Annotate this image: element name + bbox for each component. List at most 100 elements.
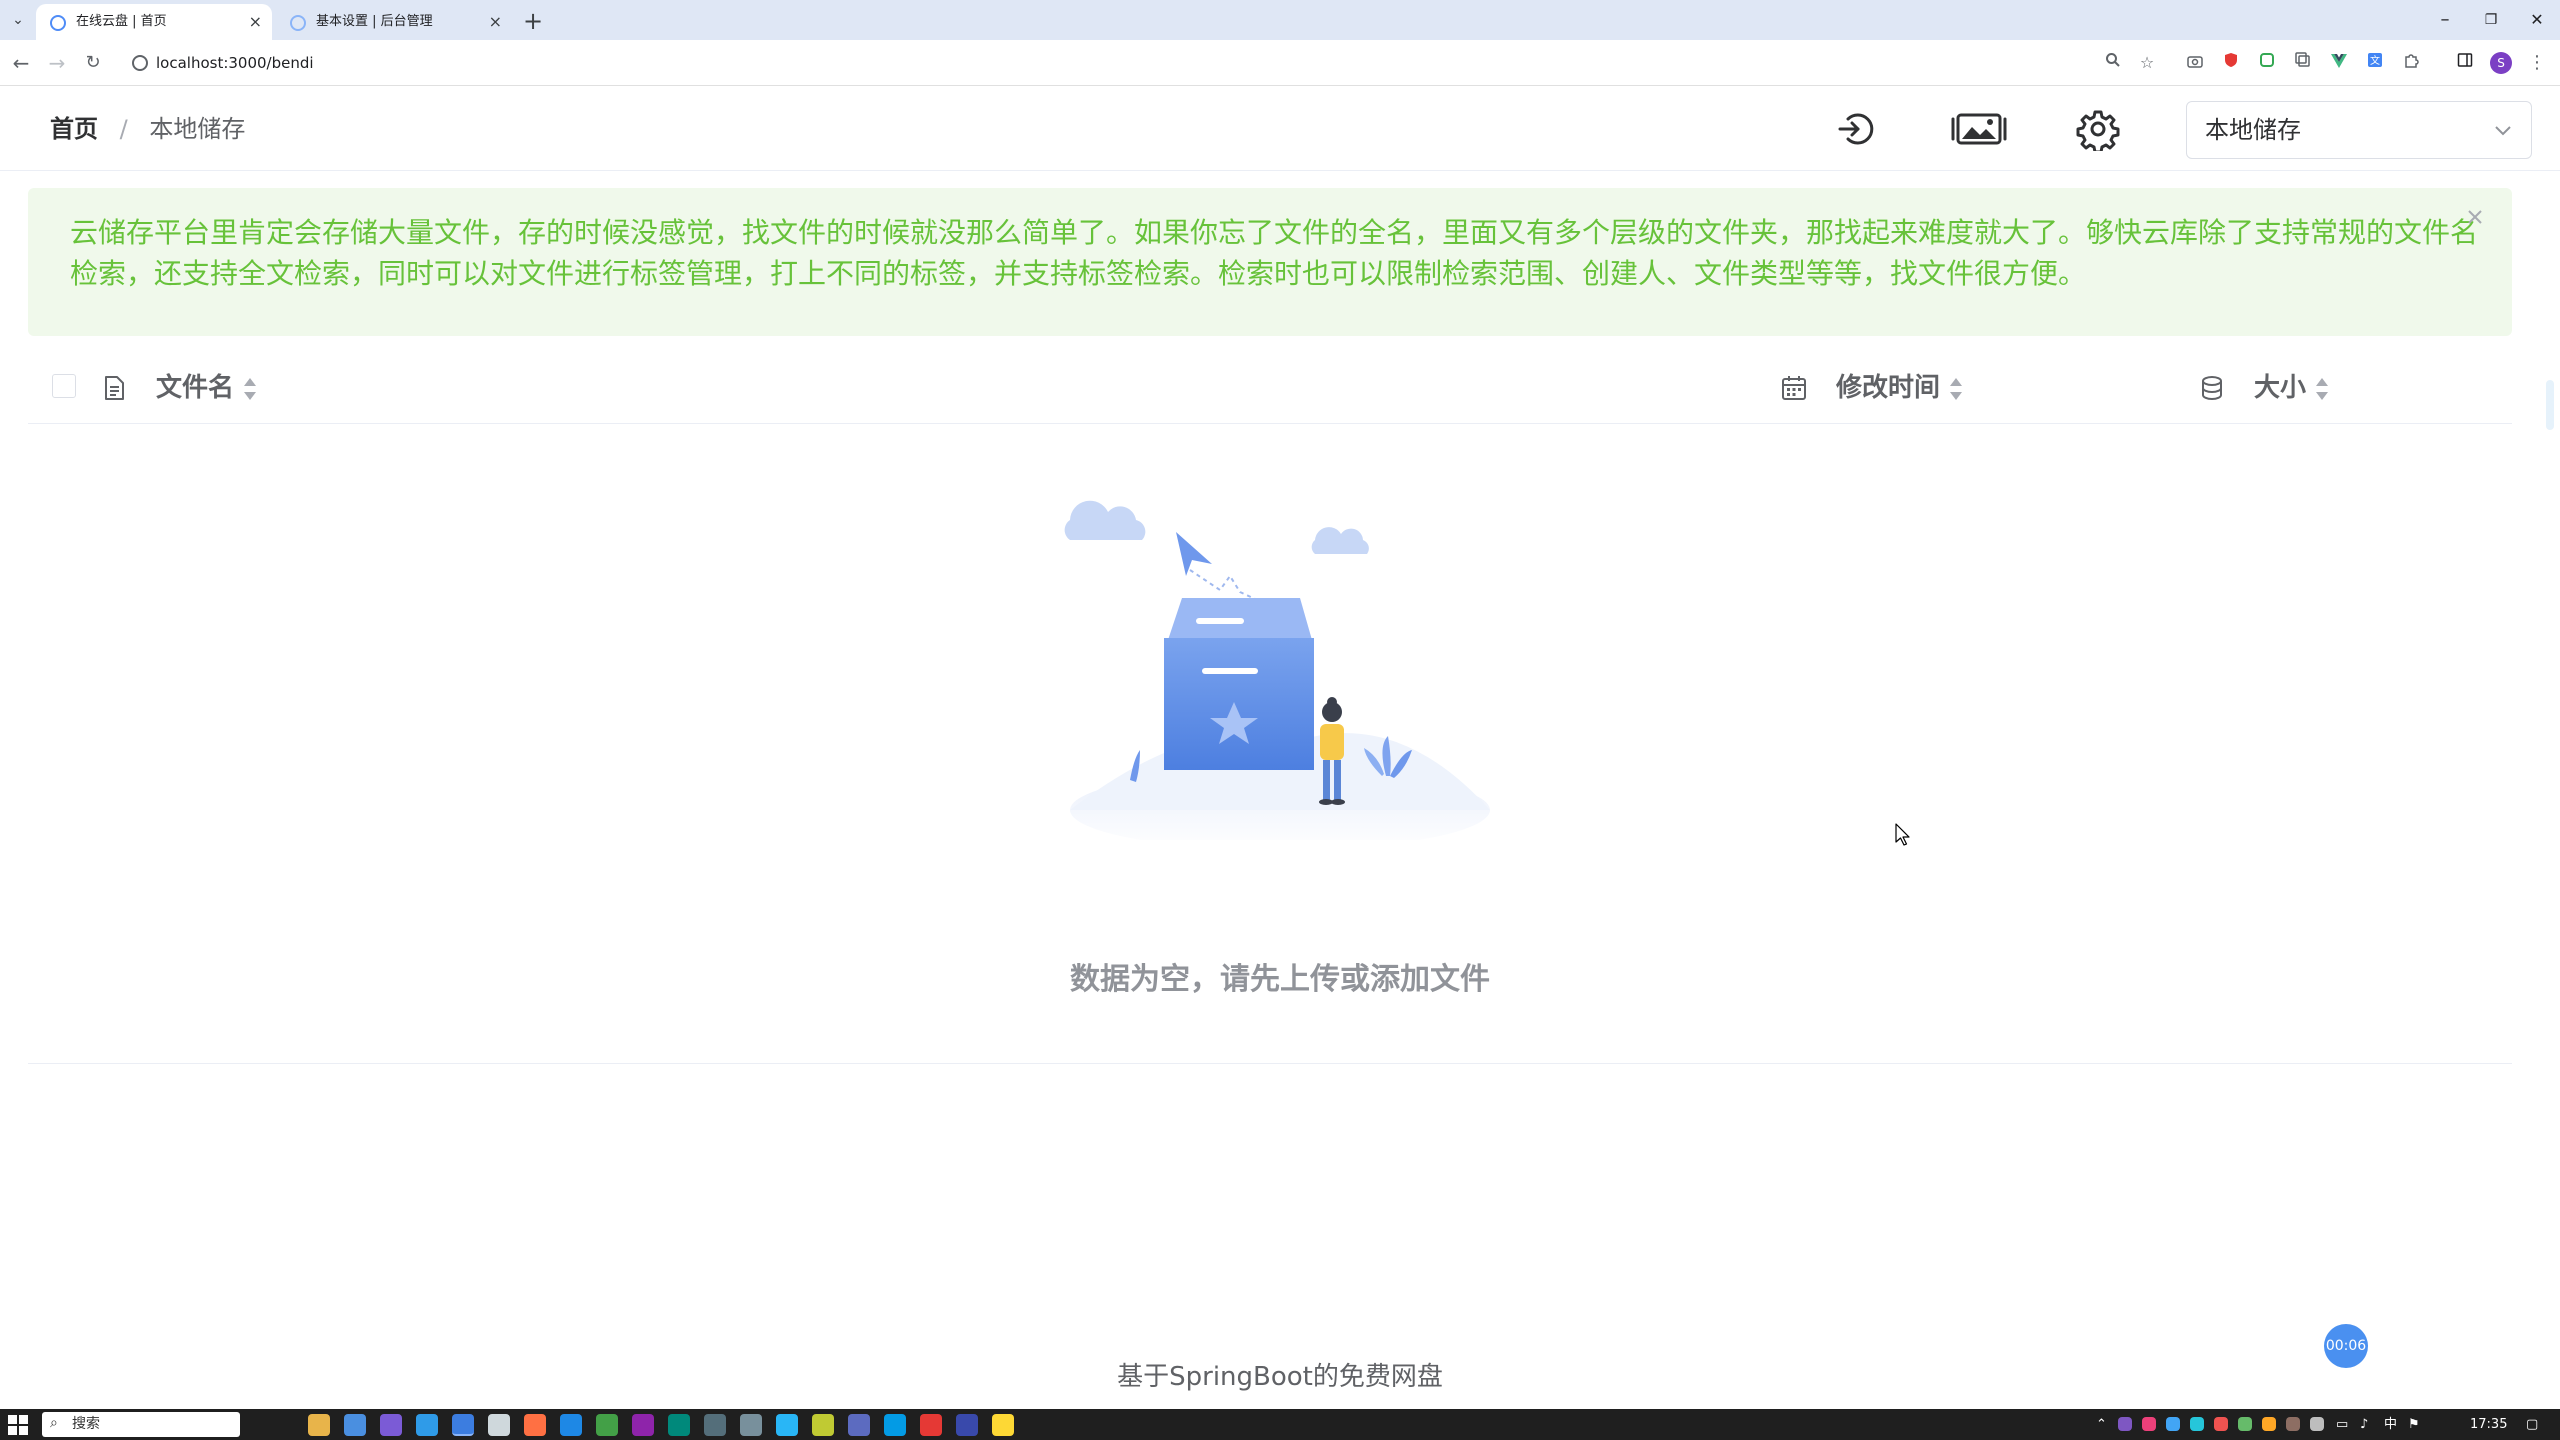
- green-extension-icon[interactable]: [2254, 50, 2280, 76]
- app-icon[interactable]: [632, 1414, 654, 1436]
- notice-banner: 云储存平台里肯定会存储大量文件，存的时候没感觉，找文件的时候就没那么简单了。如果…: [28, 188, 2512, 336]
- browser-tab-home[interactable]: 在线云盘 | 首页 ×: [36, 4, 272, 40]
- ime-indicator[interactable]: 中: [2384, 1409, 2397, 1440]
- new-tab-button[interactable]: +: [518, 6, 548, 36]
- taskbar-search-placeholder: 搜索: [72, 1416, 100, 1432]
- tray-app-icon[interactable]: [2214, 1417, 2228, 1431]
- empty-state-message: 数据为空，请先上传或添加文件: [1070, 962, 1490, 997]
- network-icon[interactable]: ▭: [2336, 1409, 2348, 1440]
- tray-app-icon[interactable]: [2166, 1417, 2180, 1431]
- search-icon: ⌕: [50, 1415, 58, 1431]
- notice-text: 云储存平台里肯定会存储大量文件，存的时候没感觉，找文件的时候就没那么简单了。如果…: [70, 216, 2479, 290]
- app-icon[interactable]: [740, 1414, 762, 1436]
- tray-overflow-icon[interactable]: ⌃: [2096, 1409, 2107, 1440]
- terminal-icon[interactable]: [668, 1414, 690, 1436]
- scrollbar-thumb[interactable]: [2546, 380, 2554, 430]
- app-icon[interactable]: [380, 1414, 402, 1436]
- url-text[interactable]: localhost:3000/bendi: [156, 46, 314, 80]
- footer-text: 基于SpringBoot的免费网盘: [1117, 1362, 1443, 1392]
- tray-app-icon[interactable]: [2142, 1417, 2156, 1431]
- browser-tabstrip: ⌄ 在线云盘 | 首页 × 基本设置 | 后台管理 × + – ❐ ✕: [0, 0, 2560, 40]
- app-icon[interactable]: [884, 1414, 906, 1436]
- svg-text:文: 文: [2370, 54, 2380, 67]
- browser-menu-icon[interactable]: ⋮: [2524, 50, 2550, 76]
- notification-icon[interactable]: ▢: [2526, 1409, 2538, 1440]
- camera-extension-icon[interactable]: [2182, 50, 2208, 76]
- app-icon[interactable]: [920, 1414, 942, 1436]
- tray-app-icon[interactable]: [2118, 1417, 2132, 1431]
- tray-app-icon[interactable]: [2310, 1417, 2324, 1431]
- windows-start-icon[interactable]: [8, 1415, 28, 1435]
- breadcrumb: 首页 / 本地储存: [50, 113, 245, 145]
- close-icon[interactable]: [2464, 206, 2486, 228]
- site-info-icon[interactable]: [132, 55, 148, 71]
- security-tray-icon[interactable]: ⚑: [2408, 1409, 2420, 1440]
- vue-devtools-icon[interactable]: [2326, 50, 2352, 76]
- volume-icon[interactable]: ♪: [2360, 1409, 2368, 1440]
- table-divider: [28, 1063, 2512, 1064]
- minimize-button[interactable]: –: [2422, 0, 2468, 40]
- timer-badge[interactable]: 00:06: [2324, 1324, 2368, 1368]
- tray-app-icon[interactable]: [2238, 1417, 2252, 1431]
- close-tab-icon[interactable]: ×: [489, 4, 502, 40]
- tab-search-icon[interactable]: ⌄: [6, 8, 30, 32]
- app-icon[interactable]: [416, 1414, 438, 1436]
- bookmark-star-icon[interactable]: ☆: [2134, 50, 2160, 76]
- select-all-checkbox[interactable]: [52, 374, 76, 398]
- taskbar-clock[interactable]: 17:35: [2470, 1409, 2507, 1440]
- browser-tab-settings[interactable]: 基本设置 | 后台管理 ×: [276, 4, 512, 40]
- breadcrumb-home[interactable]: 首页: [50, 115, 98, 143]
- tab-title: 基本设置 | 后台管理: [316, 14, 433, 29]
- tray-app-icon[interactable]: [2190, 1417, 2204, 1431]
- ide-icon[interactable]: [956, 1414, 978, 1436]
- app-icon[interactable]: [560, 1414, 582, 1436]
- app-icon[interactable]: [704, 1414, 726, 1436]
- reload-icon[interactable]: ↻: [78, 48, 108, 78]
- translate-extension-icon[interactable]: 文: [2362, 50, 2388, 76]
- back-icon[interactable]: ←: [6, 48, 36, 78]
- breadcrumb-separator: /: [119, 115, 128, 143]
- sort-caret-icon[interactable]: [1948, 376, 1964, 402]
- column-size[interactable]: 大小: [2254, 370, 2306, 406]
- tray-app-icon[interactable]: [2286, 1417, 2300, 1431]
- sort-caret-icon[interactable]: [242, 376, 258, 402]
- side-panel-icon[interactable]: [2452, 50, 2478, 76]
- notepad-icon[interactable]: [992, 1414, 1014, 1436]
- profile-avatar[interactable]: S: [2490, 52, 2512, 74]
- extensions-puzzle-icon[interactable]: [2398, 50, 2424, 76]
- storage-select[interactable]: 本地储存: [2186, 101, 2532, 159]
- app-icon[interactable]: [812, 1414, 834, 1436]
- settings-app-icon[interactable]: [488, 1414, 510, 1436]
- column-filename[interactable]: 文件名: [156, 370, 234, 406]
- database-icon: [2198, 374, 2226, 402]
- app-header: 首页 / 本地储存 本地储存: [0, 87, 2560, 171]
- wechat-icon[interactable]: [596, 1414, 618, 1436]
- app-icon[interactable]: [848, 1414, 870, 1436]
- taskbar-search[interactable]: ⌕ 搜索: [42, 1412, 240, 1437]
- tray-app-icon[interactable]: [2262, 1417, 2276, 1431]
- forward-icon[interactable]: →: [42, 48, 72, 78]
- storage-select-value: 本地储存: [2205, 116, 2301, 144]
- gallery-icon[interactable]: [1950, 107, 2008, 151]
- tab-title: 在线云盘 | 首页: [76, 14, 167, 29]
- favicon-icon: [290, 15, 306, 31]
- shield-extension-icon[interactable]: [2218, 50, 2244, 76]
- windows-taskbar: ⌕ 搜索 ⌃ ▭ ♪ 中 ⚑ 17:35 ▢: [0, 1409, 2560, 1440]
- chrome-icon[interactable]: [452, 1414, 474, 1436]
- settings-gear-icon[interactable]: [2076, 107, 2120, 154]
- chevron-down-icon: [2493, 120, 2513, 140]
- file-explorer-icon[interactable]: [308, 1414, 330, 1436]
- address-bar[interactable]: localhost:3000/bendi: [124, 46, 2154, 80]
- app-icon[interactable]: [524, 1414, 546, 1436]
- zoom-icon[interactable]: [2100, 50, 2126, 76]
- browser-toolbar: ← → ↻ localhost:3000/bendi ☆ 文 ⋮: [0, 40, 2560, 86]
- app-icon[interactable]: [344, 1414, 366, 1436]
- close-tab-icon[interactable]: ×: [249, 4, 262, 40]
- close-window-button[interactable]: ✕: [2514, 0, 2560, 40]
- sort-caret-icon[interactable]: [2314, 376, 2330, 402]
- logout-icon[interactable]: [1834, 107, 1878, 151]
- copy-extension-icon[interactable]: [2290, 50, 2316, 76]
- column-modified-time[interactable]: 修改时间: [1836, 370, 1940, 406]
- app-icon[interactable]: [776, 1414, 798, 1436]
- maximize-button[interactable]: ❐: [2468, 0, 2514, 40]
